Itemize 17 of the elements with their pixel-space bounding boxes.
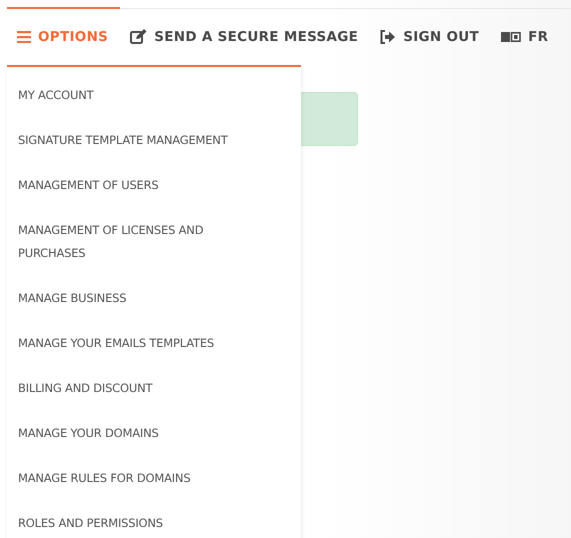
menu-item[interactable]: MANAGE YOUR EMAILS TEMPLATES <box>7 321 301 366</box>
nav-link[interactable]: FR <box>491 7 560 65</box>
menu-icon <box>17 31 31 43</box>
edit-icon <box>130 29 148 45</box>
menu-item[interactable]: ROLES AND PERMISSIONS <box>7 501 301 538</box>
menu-item[interactable]: MANAGE RULES FOR DOMAINS <box>7 456 301 501</box>
menu-item[interactable]: SIGNATURE TEMPLATE MANAGEMENT <box>7 118 301 163</box>
menu-item[interactable]: MANAGE YOUR DOMAINS <box>7 411 301 456</box>
nav-link[interactable]: SIGN OUT <box>370 7 492 65</box>
menu-item[interactable]: MANAGE BUSINESS <box>7 276 301 321</box>
menu-item[interactable]: MANAGEMENT OF LICENSES AND PURCHASES <box>7 208 301 276</box>
menu-item[interactable]: BILLING AND DISCOUNT <box>7 366 301 411</box>
sign-out-icon <box>380 30 396 44</box>
menu-item[interactable]: MANAGEMENT OF USERS <box>7 163 301 208</box>
menu-item[interactable]: MY ACCOUNT <box>7 73 301 118</box>
nav-link[interactable]: SEND A SECURE MESSAGE <box>120 7 370 65</box>
translate-icon <box>501 31 522 43</box>
